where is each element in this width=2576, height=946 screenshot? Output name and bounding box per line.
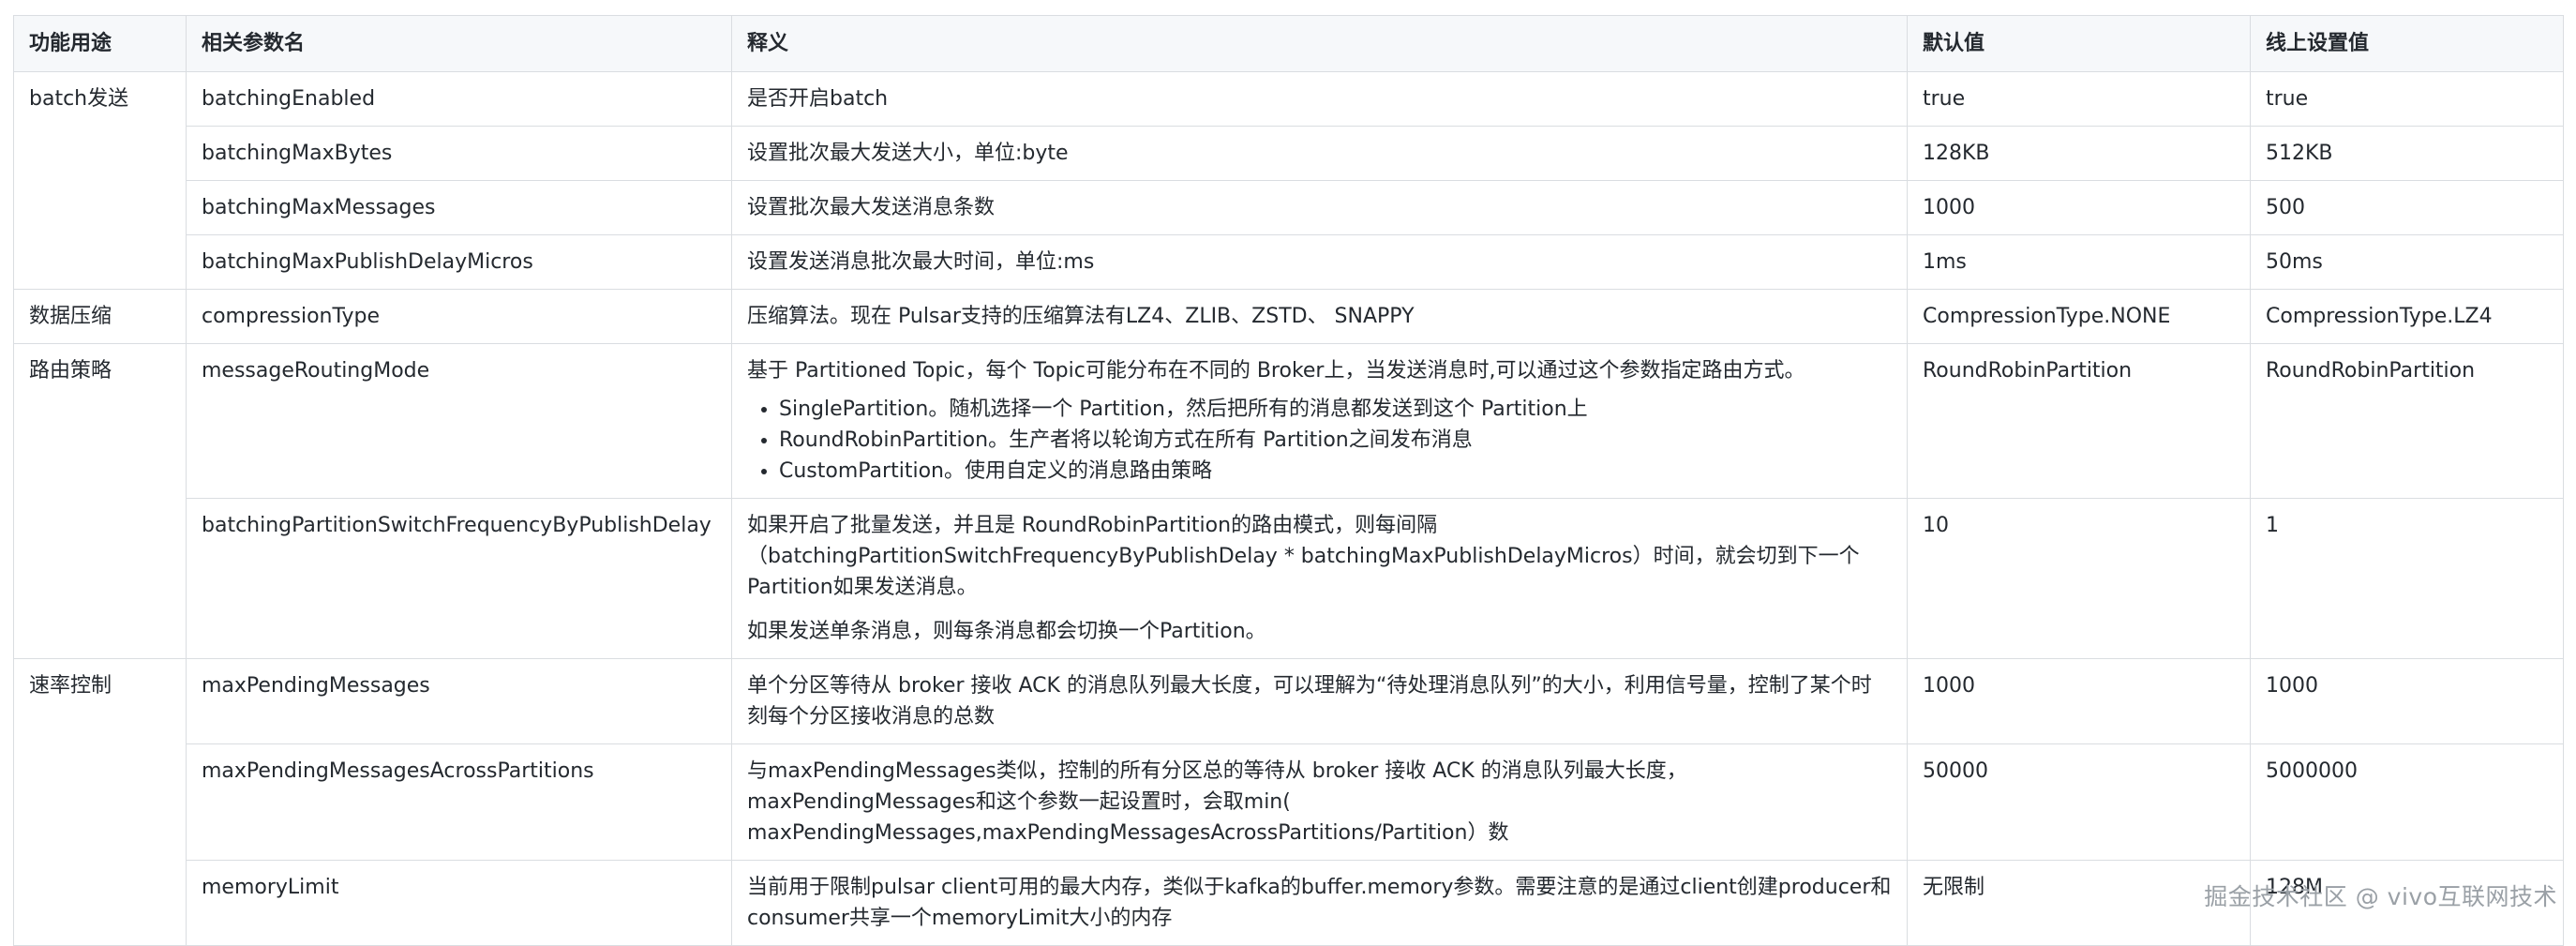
online-value: 512KB [2250,126,2564,181]
table-row: 速率控制 maxPendingMessages 单个分区等待从 broker 接… [13,658,2564,946]
param-description: 设置批次最大发送消息条数 [731,180,1908,235]
description-paragraph: 如果发送单条消息，则每条消息都会切换一个Partition。 [747,620,1266,643]
header-purpose: 功能用途 [13,15,187,72]
default-value: 1000 [1907,180,2251,235]
list-item: SinglePartition。随机选择一个 Partition，然后把所有的消… [779,394,1892,425]
header-online-value: 线上设置值 [2250,15,2564,72]
list-item: CustomPartition。使用自定义的消息路由策略 [779,456,1892,487]
table-row: 数据压缩 compressionType 压缩算法。现在 Pulsar支持的压缩… [13,289,2564,344]
group-cell-rate-control: 速率控制 [13,658,187,946]
table-row: maxPendingMessagesAcrossPartitions 与maxP… [14,743,2564,861]
group-cell-routing: 路由策略 [13,343,187,659]
default-value: 无限制 [1907,860,2251,946]
param-description: 压缩算法。现在 Pulsar支持的压缩算法有LZ4、ZLIB、ZSTD、 SNA… [731,289,1908,344]
header-default-value: 默认值 [1907,15,2251,72]
default-value: 10 [1907,498,2251,659]
default-value: 128KB [1907,126,2251,181]
table-row: batchingMaxBytes 设置批次最大发送大小，单位:byte 128K… [14,126,2564,181]
table-row: batchingMaxMessages 设置批次最大发送消息条数 1000 50… [14,180,2564,235]
default-value: 1ms [1907,234,2251,290]
param-name: batchingMaxMessages [186,180,732,235]
param-name: messageRoutingMode [186,343,732,499]
param-description: 如果开启了批量发送，并且是 RoundRobinPartition的路由模式，则… [731,498,1908,659]
watermark-text: 掘金技术社区 @ vivo互联网技术 [2204,883,2557,910]
param-name: maxPendingMessages [186,658,732,744]
param-name: memoryLimit [186,860,732,946]
online-value: 50ms [2250,234,2564,290]
param-description: 与maxPendingMessages类似，控制的所有分区总的等待从 broke… [731,743,1908,861]
table-row: 路由策略 messageRoutingMode 基于 Partitioned T… [13,343,2564,659]
param-name: batchingMaxBytes [186,126,732,181]
param-description: 基于 Partitioned Topic，每个 Topic可能分布在不同的 Br… [731,343,1908,499]
param-name: maxPendingMessagesAcrossPartitions [186,743,732,861]
parameters-table: 功能用途 相关参数名 释义 默认值 线上设置值 batch发送 batching… [13,15,2564,946]
routing-mode-list: SinglePartition。随机选择一个 Partition，然后把所有的消… [747,394,1892,487]
online-value: 500 [2250,180,2564,235]
table-header-row: 功能用途 相关参数名 释义 默认值 线上设置值 [13,15,2564,72]
online-value: true [2250,71,2564,127]
param-description: 设置批次最大发送大小，单位:byte [731,126,1908,181]
header-param-name: 相关参数名 [186,15,732,72]
header-description: 释义 [731,15,1908,72]
description-intro: 基于 Partitioned Topic，每个 Topic可能分布在不同的 Br… [747,359,1805,383]
param-name: batchingEnabled [186,71,732,127]
param-description: 单个分区等待从 broker 接收 ACK 的消息队列最大长度，可以理解为“待处… [731,658,1908,744]
online-value: 1 [2250,498,2564,659]
param-description: 当前用于限制pulsar client可用的最大内存，类似于kafka的buff… [731,860,1908,946]
param-name: batchingMaxPublishDelayMicros [186,234,732,290]
online-value: 5000000 [2250,743,2564,861]
table-row: batchingMaxPublishDelayMicros 设置发送消息批次最大… [14,234,2564,290]
param-name: compressionType [186,289,732,344]
default-value: 1000 [1907,658,2251,744]
description-paragraph: 如果开启了批量发送，并且是 RoundRobinPartition的路由模式，则… [747,514,1860,599]
param-name: batchingPartitionSwitchFrequencyByPublis… [186,498,732,659]
online-value: RoundRobinPartition [2250,343,2564,499]
table-row: batchingPartitionSwitchFrequencyByPublis… [14,498,2564,659]
table-row: memoryLimit 当前用于限制pulsar client可用的最大内存，类… [14,860,2564,946]
group-cell-batch: batch发送 [13,71,187,290]
default-value: 50000 [1907,743,2251,861]
default-value: RoundRobinPartition [1907,343,2251,499]
online-value: CompressionType.LZ4 [2250,289,2564,344]
list-item: RoundRobinPartition。生产者将以轮询方式在所有 Partiti… [779,425,1892,456]
param-description: 设置发送消息批次最大时间，单位:ms [731,234,1908,290]
default-value: true [1907,71,2251,127]
param-description: 是否开启batch [731,71,1908,127]
group-cell-compression: 数据压缩 [13,289,187,344]
online-value: 1000 [2250,658,2564,744]
table-row: batch发送 batchingEnabled 是否开启batch true t… [13,71,2564,290]
default-value: CompressionType.NONE [1907,289,2251,344]
